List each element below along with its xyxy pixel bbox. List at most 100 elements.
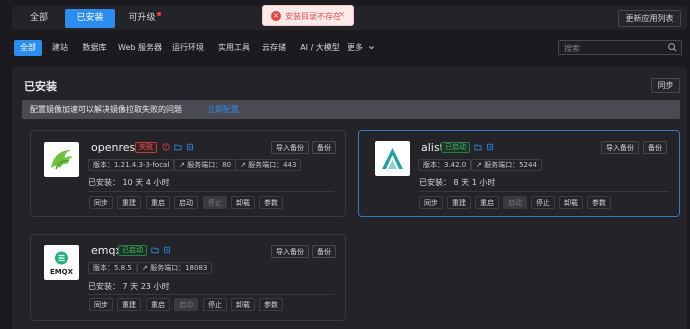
action-uninstall-button[interactable]: 卸载	[231, 196, 255, 209]
version-value: 5.8.5	[114, 264, 132, 272]
port-tag: ↗ 服务端口：18083	[137, 262, 213, 274]
mirror-hint-bar: 配置镜像加速可以解决镜像拉取失败的问题 立即配置	[22, 100, 680, 119]
action-restart-button[interactable]: 重启	[475, 196, 499, 209]
search-icon[interactable]	[667, 42, 678, 53]
action-restart-button[interactable]: 重启	[146, 196, 170, 209]
chevron-down-icon	[368, 46, 374, 50]
openresty-logo	[44, 142, 79, 177]
status-badge: 失败	[135, 142, 157, 153]
configure-now-link[interactable]: 立即配置	[207, 104, 239, 115]
emqx-logo-text: EMQX	[49, 268, 74, 276]
category-all[interactable]: 全部	[14, 40, 42, 56]
notes-icon[interactable]	[486, 143, 494, 151]
action-sync-button[interactable]: 同步	[89, 196, 113, 209]
http-port-tag: ↗ 服务端口：80	[174, 159, 237, 171]
action-stop-button[interactable]: 停止	[531, 196, 555, 209]
port-prefix: ↗	[179, 161, 188, 169]
action-params-button[interactable]: 参数	[259, 196, 283, 209]
category-utilities[interactable]: 实用工具	[214, 40, 254, 56]
error-info-icon[interactable]	[162, 143, 170, 151]
installed-duration: 已安装： 7 天 23 小时	[88, 282, 170, 291]
alist-logo	[375, 141, 410, 176]
port-label: 服务端口：	[150, 264, 186, 272]
version-value: 1.21.4.3-3-focal	[114, 161, 170, 169]
version-prefix: 版本：	[423, 161, 444, 169]
hint-text: 配置镜像加速可以解决镜像拉取失败的问题	[30, 105, 182, 114]
card-divider	[88, 294, 334, 295]
action-rebuild-button[interactable]: 重建	[117, 196, 141, 209]
error-toast: ✕ 安装目录不存在 ×	[262, 5, 354, 26]
https-port-tag: ↗ 服务端口：443	[235, 159, 302, 171]
action-start-button[interactable]: 启动	[174, 196, 198, 209]
notes-icon[interactable]	[186, 143, 194, 151]
action-uninstall-button[interactable]: 卸载	[231, 298, 255, 311]
search-placeholder: 搜索	[564, 44, 580, 53]
card-divider	[419, 191, 669, 192]
port-tag: ↗ 服务端口：5244	[471, 159, 542, 171]
backup-button[interactable]: 备份	[312, 141, 336, 154]
category-runtime[interactable]: 运行环境	[168, 40, 208, 56]
category-website[interactable]: 建站	[47, 40, 73, 56]
action-stop-button[interactable]: 停止	[203, 298, 227, 311]
import-backup-button[interactable]: 导入备份	[271, 141, 309, 154]
emqx-logo: EMQX	[44, 245, 79, 280]
tab-all[interactable]: 全部	[18, 9, 60, 28]
toast-close-icon[interactable]: ×	[338, 10, 346, 20]
category-ai[interactable]: AI / 大模型	[295, 40, 345, 56]
status-badge: 已启动	[118, 245, 147, 256]
port-label: 服务端口：	[187, 161, 223, 169]
category-more-label: 更多	[347, 43, 363, 52]
port-value: 5244	[519, 161, 537, 169]
status-badge: 已启动	[441, 142, 470, 153]
port-prefix: ↗	[476, 161, 485, 169]
version-value: 3.42.0	[444, 161, 467, 169]
port-value: 18083	[185, 264, 208, 272]
search-input[interactable]: 搜索	[558, 40, 682, 55]
action-uninstall-button[interactable]: 卸载	[559, 196, 583, 209]
refresh-app-list-button[interactable]: 更新应用列表	[618, 10, 681, 27]
action-sync-button[interactable]: 同步	[89, 298, 113, 311]
action-rebuild-button[interactable]: 重建	[117, 298, 141, 311]
action-params-button[interactable]: 参数	[587, 196, 611, 209]
port-value: 443	[283, 161, 297, 169]
version-prefix: 版本：	[93, 161, 114, 169]
action-params-button[interactable]: 参数	[259, 298, 283, 311]
toast-message: 安装目录不存在	[285, 12, 341, 21]
version-tag: 版本：1.21.4.3-3-focal	[88, 159, 175, 171]
port-prefix: ↗	[240, 161, 249, 169]
folder-icon[interactable]	[174, 143, 182, 151]
tab-upgradable[interactable]: 可升级	[124, 9, 161, 28]
action-rebuild-button[interactable]: 重建	[447, 196, 471, 209]
folder-icon[interactable]	[151, 246, 159, 254]
category-cloud-storage[interactable]: 云存储	[259, 40, 289, 56]
port-prefix: ↗	[142, 264, 151, 272]
action-sync-button[interactable]: 同步	[419, 196, 443, 209]
installed-duration: 已安装： 10 天 4 小时	[88, 178, 170, 187]
folder-icon[interactable]	[474, 143, 482, 151]
port-label: 服务端口：	[248, 161, 284, 169]
action-restart-button[interactable]: 重启	[146, 298, 170, 311]
notes-icon[interactable]	[163, 246, 171, 254]
version-tag: 版本：3.42.0	[418, 159, 472, 171]
error-circle-icon: ✕	[271, 11, 281, 21]
update-dot-icon	[157, 12, 161, 16]
action-start-button[interactable]: 启动	[503, 196, 527, 209]
backup-button[interactable]: 备份	[312, 245, 336, 258]
sync-button[interactable]: 同步	[651, 78, 680, 93]
action-stop-button[interactable]: 停止	[203, 196, 227, 209]
panel-title: 已安装	[24, 80, 57, 93]
backup-button[interactable]: 备份	[643, 141, 667, 154]
category-more[interactable]: 更多	[347, 40, 377, 56]
installed-duration: 已安装： 8 天 1 小时	[419, 178, 496, 187]
card-divider	[88, 191, 334, 192]
tab-installed[interactable]: 已安装	[65, 9, 115, 28]
port-value: 80	[222, 161, 232, 169]
tab-upgradable-label: 可升级	[128, 13, 156, 23]
version-tag: 版本：5.8.5	[88, 262, 137, 274]
import-backup-button[interactable]: 导入备份	[601, 141, 639, 154]
category-web-server[interactable]: Web 服务器	[116, 40, 164, 56]
port-label: 服务端口：	[484, 161, 520, 169]
category-database[interactable]: 数据库	[78, 40, 111, 56]
action-start-button[interactable]: 启动	[174, 298, 198, 311]
import-backup-button[interactable]: 导入备份	[271, 245, 309, 258]
